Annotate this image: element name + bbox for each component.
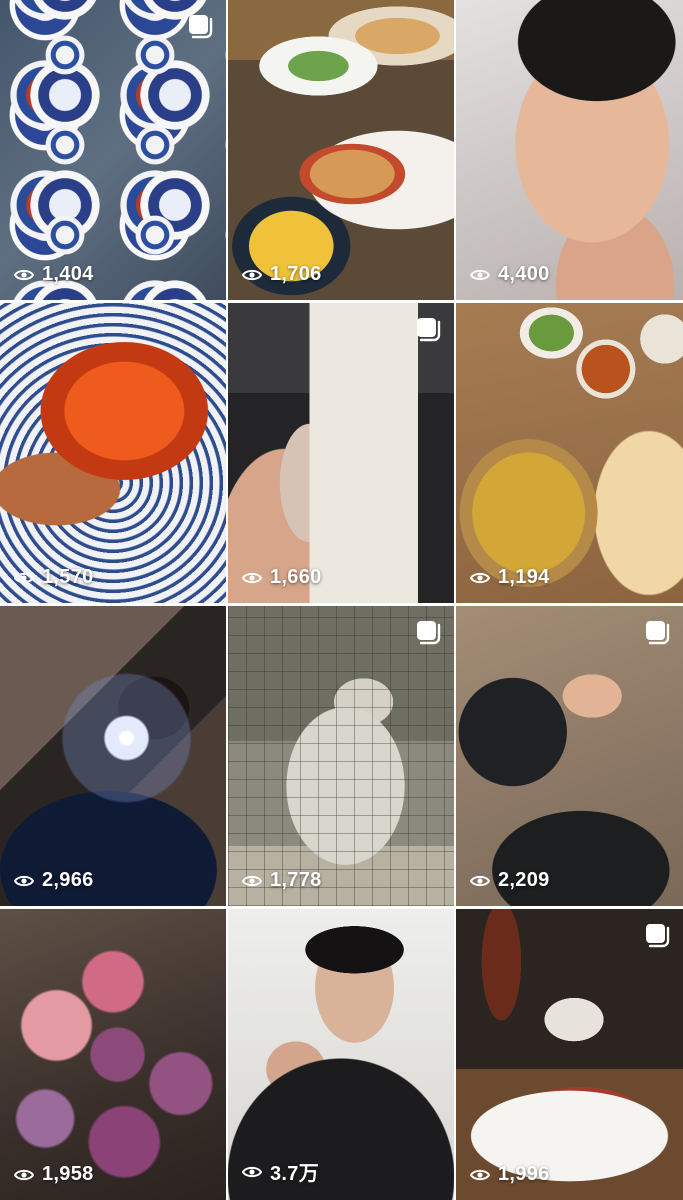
view-count: 2,966 xyxy=(14,869,94,892)
eye-icon xyxy=(14,874,34,888)
view-count-label: 1,570 xyxy=(42,566,94,588)
view-count-label: 1,194 xyxy=(498,566,550,588)
thumbnail-image xyxy=(0,909,226,1200)
post-tile[interactable]: 1,194 xyxy=(456,303,683,603)
view-count-label: 2,966 xyxy=(42,869,94,891)
thumbnail-image xyxy=(0,606,226,906)
view-count-label: 1,778 xyxy=(270,869,322,891)
view-count: 2,209 xyxy=(470,869,550,892)
multiple-posts-icon xyxy=(643,618,671,646)
eye-icon xyxy=(470,874,490,888)
thumbnail-image xyxy=(456,606,683,906)
view-count-label: 1,660 xyxy=(270,566,322,588)
view-count: 1,778 xyxy=(242,869,322,892)
view-count-label: 1,958 xyxy=(42,1163,94,1185)
post-tile[interactable]: 3.7万 xyxy=(228,909,454,1200)
thumbnail-image xyxy=(228,303,454,603)
eye-icon xyxy=(470,1168,490,1182)
view-count-label: 2,209 xyxy=(498,869,550,891)
view-count: 1,570 xyxy=(14,566,94,589)
view-count: 1,958 xyxy=(14,1163,94,1186)
post-tile[interactable]: 2,209 xyxy=(456,606,683,906)
thumbnail-image xyxy=(456,909,683,1200)
thumbnail-image xyxy=(456,0,683,300)
post-tile[interactable]: 1,570 xyxy=(0,303,226,603)
eye-icon xyxy=(14,571,34,585)
view-count-label: 1,996 xyxy=(498,1163,550,1185)
multiple-posts-icon xyxy=(643,921,671,949)
view-count-label: 3.7万 xyxy=(270,1163,320,1185)
view-count: 4,400 xyxy=(470,263,550,286)
multiple-posts-icon xyxy=(414,315,442,343)
post-tile[interactable]: 1,706 xyxy=(228,0,454,300)
post-tile[interactable]: 1,778 xyxy=(228,606,454,906)
eye-icon xyxy=(14,268,34,282)
view-count: 1,404 xyxy=(14,263,94,286)
eye-icon xyxy=(242,1165,262,1179)
view-count-label: 1,706 xyxy=(270,263,322,285)
post-tile[interactable]: 1,660 xyxy=(228,303,454,603)
eye-icon xyxy=(242,874,262,888)
thumbnail-image xyxy=(228,0,454,300)
view-count: 1,706 xyxy=(242,263,322,286)
view-count-label: 4,400 xyxy=(498,263,550,285)
view-count: 1,194 xyxy=(470,566,550,589)
view-count: 1,660 xyxy=(242,566,322,589)
eye-icon xyxy=(242,571,262,585)
thumbnail-image xyxy=(456,303,683,603)
multiple-posts-icon xyxy=(414,618,442,646)
post-tile[interactable]: 4,400 xyxy=(456,0,683,300)
multiple-posts-icon xyxy=(186,12,214,40)
eye-icon xyxy=(242,268,262,282)
eye-icon xyxy=(14,1168,34,1182)
post-tile[interactable]: 1,996 xyxy=(456,909,683,1200)
post-tile[interactable]: 1,958 xyxy=(0,909,226,1200)
post-grid: 1,404 1,706 4,400 1,570 1,660 1,194 2,96… xyxy=(0,0,683,1200)
thumbnail-image xyxy=(0,303,226,603)
thumbnail-image xyxy=(0,0,226,300)
eye-icon xyxy=(470,268,490,282)
post-tile[interactable]: 1,404 xyxy=(0,0,226,300)
view-count-label: 1,404 xyxy=(42,263,94,285)
thumbnail-image xyxy=(228,606,454,906)
eye-icon xyxy=(470,571,490,585)
post-tile[interactable]: 2,966 xyxy=(0,606,226,906)
view-count: 1,996 xyxy=(470,1163,550,1186)
view-count: 3.7万 xyxy=(242,1157,319,1186)
